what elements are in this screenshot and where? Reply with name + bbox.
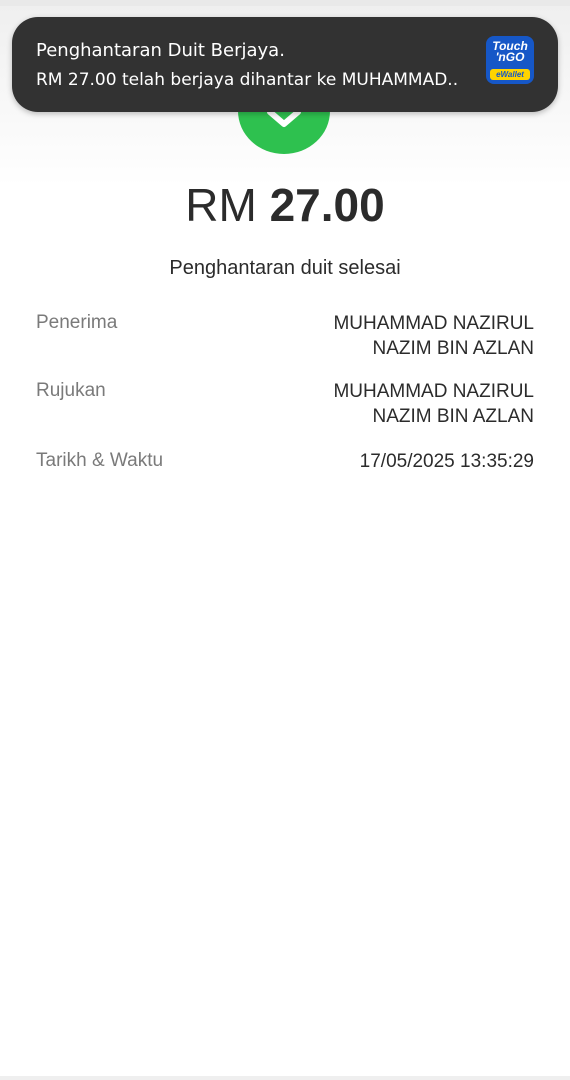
notification-body: RM 27.00 telah berjaya dihantar ke MUHAM… — [36, 70, 459, 90]
reference-label: Rujukan — [36, 380, 106, 401]
reference-value: MUHAMMAD NAZIRUL NAZIM BIN AZLAN — [333, 381, 534, 427]
app-logo-text: Touch 'nGO — [492, 39, 528, 64]
push-notification[interactable]: Penghantaran Duit Berjaya. RM 27.00 tela… — [12, 17, 558, 112]
datetime-label: Tarikh & Waktu — [36, 450, 164, 471]
amount-currency: RM — [185, 179, 257, 231]
bottom-edge — [0, 1076, 570, 1080]
datetime-value: 17/05/2025 13:35:29 — [359, 451, 534, 472]
recipient-label: Penerima — [36, 312, 118, 333]
recipient-value: MUHAMMAD NAZIRUL NAZIM BIN AZLAN — [333, 313, 534, 359]
notification-title: Penghantaran Duit Berjaya. — [36, 40, 285, 61]
transfer-amount: RM 27.00 — [0, 178, 570, 232]
transfer-status: Penghantaran duit selesai — [169, 257, 401, 279]
amount-value: 27.00 — [269, 179, 385, 231]
app-logo-ewallet: eWallet — [490, 69, 530, 80]
touch-n-go-ewallet-icon: Touch 'nGO eWallet — [486, 36, 534, 84]
